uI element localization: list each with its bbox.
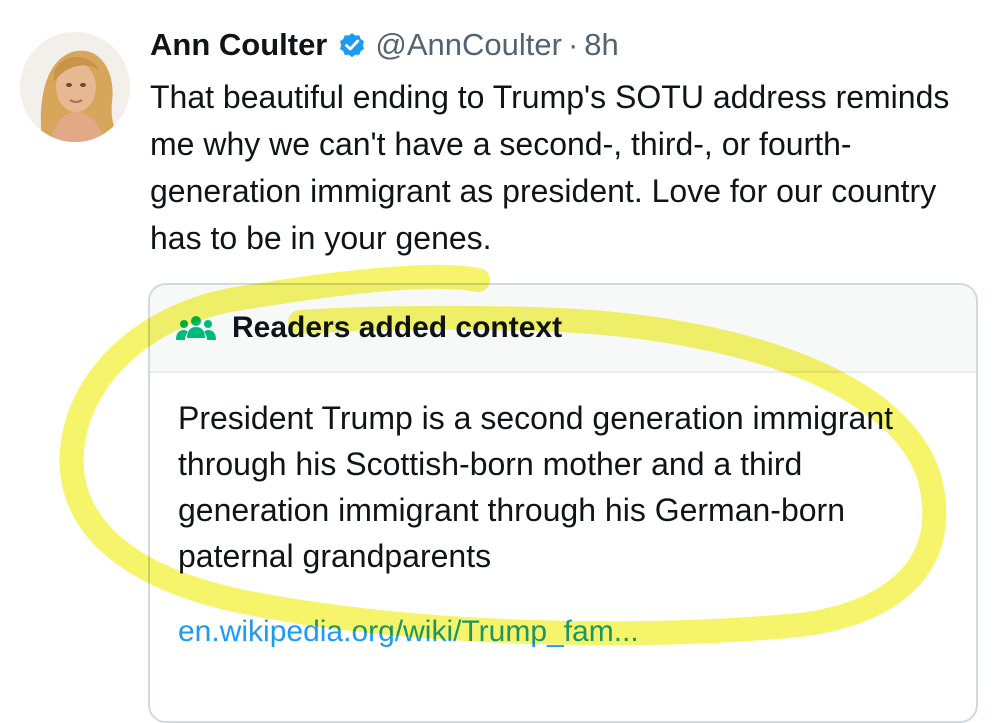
author-handle[interactable]: @AnnCoulter	[375, 22, 562, 68]
community-note-link[interactable]: en.wikipedia.org/wiki/Trump_fam...	[178, 615, 639, 649]
avatar-photo	[20, 32, 130, 142]
avatar[interactable]	[20, 32, 130, 142]
header-separator: ·	[567, 27, 579, 62]
tweet-text: That beautiful ending to Trump's SOTU ad…	[150, 79, 950, 256]
author-name[interactable]: Ann Coulter	[150, 22, 327, 68]
community-note-body: President Trump is a second generation i…	[178, 400, 894, 574]
community-note-card: Readers added context President Trump is…	[148, 283, 978, 723]
tweet-timestamp[interactable]: 8h	[584, 22, 618, 68]
tweet-header: Ann Coulter @AnnCoulter · 8h	[150, 22, 619, 68]
verified-badge-icon[interactable]	[337, 30, 367, 60]
people-icon	[176, 313, 216, 343]
community-note-header: Readers added context	[150, 285, 976, 373]
community-note-title: Readers added context	[232, 311, 563, 344]
